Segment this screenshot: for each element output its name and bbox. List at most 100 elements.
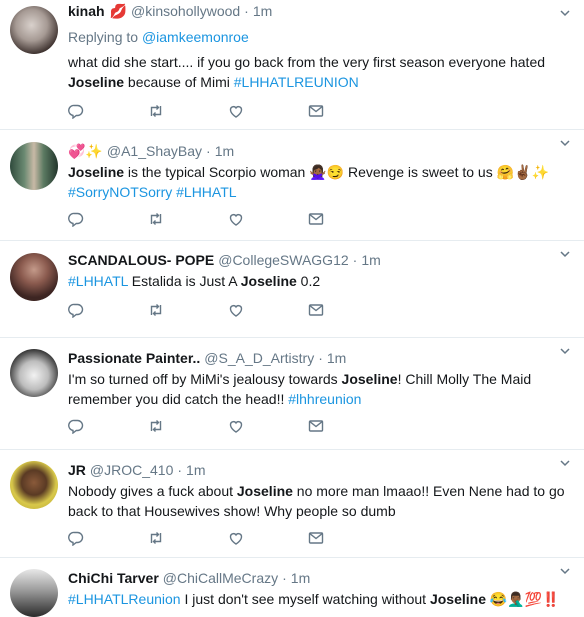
- tweet-header: kinah 💋 @kinsohollywood · 1m: [68, 2, 584, 20]
- text-segment: I just don't see myself watching without: [180, 591, 430, 607]
- retweet-icon[interactable]: [148, 418, 164, 434]
- retweet-icon[interactable]: [148, 530, 164, 546]
- separator-dot: ·: [177, 462, 183, 478]
- tweet-header: ChiChi Tarver @ChiCallMeCrazy · 1m: [68, 569, 584, 587]
- like-icon[interactable]: [228, 211, 244, 227]
- tweet-actions: [68, 415, 584, 437]
- display-name[interactable]: kinah: [68, 2, 105, 20]
- search-highlight: Joseline: [429, 591, 486, 607]
- tweet[interactable]: SCANDALOUS- POPE @CollegeSWAGG12 · 1m #L…: [0, 241, 584, 338]
- avatar[interactable]: [10, 6, 58, 54]
- user-handle[interactable]: @kinsohollywood: [131, 2, 240, 20]
- replying-to-label: Replying to: [68, 29, 142, 45]
- retweet-icon[interactable]: [148, 103, 164, 119]
- separator-dot: ·: [244, 3, 249, 19]
- timestamp[interactable]: 1m: [253, 2, 272, 20]
- reply-icon[interactable]: [68, 302, 84, 318]
- display-name[interactable]: JR: [68, 461, 86, 479]
- like-icon[interactable]: [228, 418, 244, 434]
- hashtag-link[interactable]: #LHHATL: [68, 273, 128, 289]
- direct-message-icon[interactable]: [308, 211, 324, 227]
- name-emoji: 💞✨: [68, 143, 103, 159]
- like-icon[interactable]: [228, 103, 244, 119]
- tweet-actions: [68, 527, 584, 549]
- replying-to-mention[interactable]: @iamkeemonroe: [142, 29, 249, 45]
- avatar[interactable]: [10, 253, 58, 301]
- hashtag-link[interactable]: #LHHATLREUNION: [234, 74, 359, 90]
- user-handle[interactable]: @CollegeSWAGG12: [218, 251, 348, 269]
- display-name[interactable]: ChiChi Tarver: [68, 569, 159, 587]
- retweet-icon[interactable]: [148, 211, 164, 227]
- search-highlight: Joseline: [341, 371, 398, 387]
- tweet-actions: [68, 100, 584, 122]
- timestamp[interactable]: 1m: [186, 461, 205, 479]
- user-handle[interactable]: @JROC_410: [90, 461, 173, 479]
- timestamp[interactable]: 1m: [215, 142, 234, 160]
- text-segment: is the typical Scorpio woman 🙅🏾‍♀️😏 Reve…: [124, 164, 549, 180]
- text-segment: 0.2: [296, 273, 321, 289]
- reply-icon[interactable]: [68, 530, 84, 546]
- text-segment: Nobody gives a fuck about: [68, 483, 237, 499]
- tweet-feed: kinah 💋 @kinsohollywood · 1m Replying to…: [0, 0, 584, 617]
- tweet-header: 💞✨ @A1_ShayBay · 1m: [68, 142, 584, 160]
- retweet-icon[interactable]: [148, 302, 164, 318]
- direct-message-icon[interactable]: [308, 103, 324, 119]
- timestamp[interactable]: 1m: [291, 569, 310, 587]
- separator-dot: ·: [318, 350, 323, 366]
- separator-dot: ·: [206, 143, 211, 159]
- tweet-text: Nobody gives a fuck about Joseline no mo…: [68, 481, 584, 521]
- search-highlight: Joseline: [68, 164, 125, 180]
- chevron-down-icon[interactable]: [559, 564, 571, 576]
- text-segment: I'm so turned off by MiMi's jealousy tow…: [68, 371, 342, 387]
- replying-to: Replying to @iamkeemonroe: [68, 28, 584, 46]
- chevron-down-icon[interactable]: [559, 456, 571, 468]
- tweet-text: Joseline is the typical Scorpio woman 🙅🏾…: [68, 162, 584, 202]
- hashtag-link[interactable]: #SorryNOTSorry: [68, 184, 172, 200]
- avatar[interactable]: [10, 461, 58, 509]
- chevron-down-icon[interactable]: [559, 247, 571, 259]
- direct-message-icon[interactable]: [308, 530, 324, 546]
- like-icon[interactable]: [228, 302, 244, 318]
- user-handle[interactable]: @S_A_D_Artistry: [204, 349, 314, 367]
- timestamp[interactable]: 1m: [361, 251, 380, 269]
- chevron-down-icon[interactable]: [559, 344, 571, 356]
- text-segment: Estalida is Just A: [127, 273, 241, 289]
- tweet-header: Passionate Painter.. @S_A_D_Artistry · 1…: [68, 349, 584, 367]
- avatar[interactable]: [10, 569, 58, 617]
- tweet[interactable]: Passionate Painter.. @S_A_D_Artistry · 1…: [0, 338, 584, 450]
- hashtag-link[interactable]: #lhhreunion: [288, 391, 361, 407]
- tweet[interactable]: kinah 💋 @kinsohollywood · 1m Replying to…: [0, 0, 584, 130]
- timestamp[interactable]: 1m: [327, 349, 346, 367]
- text-segment: what did she start.... if you go back fr…: [68, 54, 546, 70]
- search-highlight: Joseline: [68, 74, 125, 90]
- avatar[interactable]: [10, 142, 58, 190]
- name-emoji: 💋: [109, 3, 128, 19]
- reply-icon[interactable]: [68, 211, 84, 227]
- tweet-text: #LHHATLReunion I just don't see myself w…: [68, 589, 584, 609]
- search-highlight: Joseline: [240, 273, 297, 289]
- user-handle[interactable]: @A1_ShayBay: [107, 142, 202, 160]
- reply-icon[interactable]: [68, 103, 84, 119]
- tweet[interactable]: ChiChi Tarver @ChiCallMeCrazy · 1m #LHHA…: [0, 558, 584, 617]
- tweet-actions: [68, 208, 584, 230]
- tweet[interactable]: JR @JROC_410 · 1m Nobody gives a fuck ab…: [0, 450, 584, 558]
- direct-message-icon[interactable]: [308, 418, 324, 434]
- display-name[interactable]: Passionate Painter..: [68, 349, 200, 367]
- tweet-actions: [68, 299, 584, 321]
- hashtag-link[interactable]: #LHHATL: [176, 184, 236, 200]
- chevron-down-icon[interactable]: [559, 6, 571, 18]
- direct-message-icon[interactable]: [308, 302, 324, 318]
- avatar[interactable]: [10, 349, 58, 397]
- search-highlight: Joseline: [236, 483, 293, 499]
- like-icon[interactable]: [228, 530, 244, 546]
- display-name[interactable]: SCANDALOUS- POPE: [68, 251, 214, 269]
- user-handle[interactable]: @ChiCallMeCrazy: [163, 569, 278, 587]
- tweet-text: #LHHATL Estalida is Just A Joseline 0.2: [68, 271, 584, 291]
- hashtag-link[interactable]: #LHHATLReunion: [68, 591, 181, 607]
- text-segment: because of Mimi: [124, 74, 234, 90]
- reply-icon[interactable]: [68, 418, 84, 434]
- chevron-down-icon[interactable]: [559, 136, 571, 148]
- tweet-text: I'm so turned off by MiMi's jealousy tow…: [68, 369, 584, 409]
- tweet[interactable]: 💞✨ @A1_ShayBay · 1m Joseline is the typi…: [0, 130, 584, 241]
- text-segment: 😂🤦🏾‍♂️💯‼️: [485, 591, 560, 607]
